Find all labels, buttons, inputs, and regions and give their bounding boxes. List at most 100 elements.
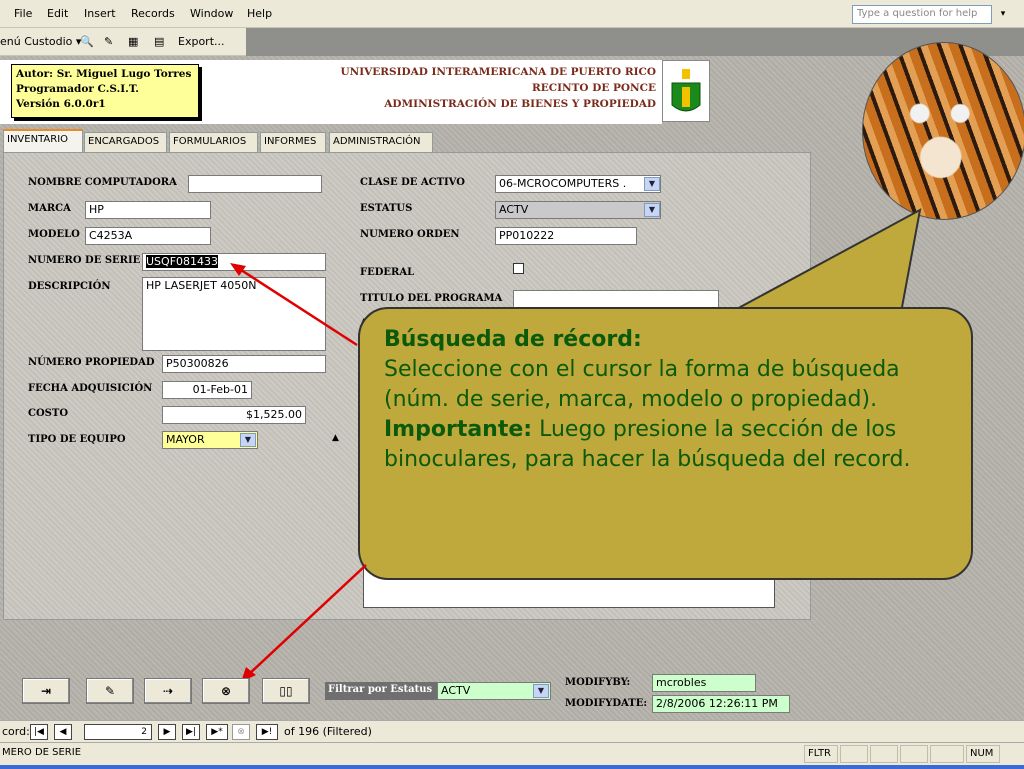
find-icon[interactable]: 🔍	[80, 35, 94, 48]
label-clase: CLASE DE ACTIVO	[360, 177, 465, 188]
tab-inventario[interactable]: INVENTARIO	[3, 129, 83, 153]
author-box: Autor: Sr. Miguel Lugo Torres Programado…	[11, 64, 199, 118]
modifyby-field: mcrobles	[652, 674, 756, 692]
federal-checkbox[interactable]	[513, 263, 524, 274]
menu-insert[interactable]: Insert	[84, 7, 116, 20]
delete-record-icon: ⊗	[232, 724, 250, 740]
exit-icon: ⇥	[40, 684, 52, 698]
university-logo	[662, 60, 710, 122]
label-orden: NUMERO ORDEN	[360, 229, 460, 240]
book-button[interactable]: ▯▯	[262, 678, 310, 704]
university-name: UNIVERSIDAD INTERAMERICANA DE PUERTO RIC…	[340, 66, 656, 78]
edit-icon[interactable]: ✎	[104, 35, 113, 48]
author-line: Autor: Sr. Miguel Lugo Torres	[16, 68, 192, 80]
first-record-button[interactable]: |◀	[30, 724, 48, 740]
help-callout: Búsqueda de récord: Seleccione con el cu…	[358, 307, 973, 580]
status-cell-empty-4	[930, 745, 964, 763]
custodio-menu[interactable]: enú Custodio ▾	[0, 35, 81, 48]
estatus-select[interactable]: ACTV	[495, 201, 661, 219]
chevron-down-icon[interactable]: ▼	[240, 433, 256, 447]
edit-record-button[interactable]: ✎	[86, 678, 134, 704]
menu-edit[interactable]: Edit	[47, 7, 68, 20]
record-count: of 196 (Filtered)	[284, 725, 372, 738]
word-icon[interactable]: ▤	[154, 35, 164, 48]
record-navigator: cord: |◀ ◀ 2 ▶ ▶| ▶* ⊗ ▶! of 196 (Filter…	[0, 720, 1024, 742]
status-bar: MERO DE SERIE FLTR NUM	[0, 742, 1024, 769]
numero-propiedad-field[interactable]: P50300826	[162, 355, 326, 373]
callout-tail	[719, 208, 922, 319]
next-record-button[interactable]: ▶	[158, 724, 176, 740]
menu-file[interactable]: File	[14, 7, 32, 20]
search-binoculars-button[interactable]: ⊗	[202, 678, 250, 704]
label-propiedad: NÚMERO PROPIEDAD	[28, 357, 155, 368]
toolbar: enú Custodio ▾ 🔍 ✎ ▦ ▤ Export...	[0, 28, 246, 56]
status-field-name: MERO DE SERIE	[2, 747, 82, 758]
filter-record-button[interactable]: ▶!	[256, 724, 278, 740]
callout-important-label: Importante:	[384, 417, 533, 442]
chevron-down-icon[interactable]: ▼	[644, 177, 660, 191]
serie-selected-text: USQF081433	[146, 255, 219, 268]
new-record-button[interactable]: ▶*	[206, 724, 228, 740]
menu-records[interactable]: Records	[131, 7, 175, 20]
label-nombre: NOMBRE COMPUTADORA	[28, 177, 177, 188]
clase-activo-select[interactable]: 06-MCROCOMPUTERS .	[495, 175, 661, 193]
export-button[interactable]: Export...	[178, 35, 225, 48]
status-cell-empty-3	[900, 745, 928, 763]
record-label: cord:	[2, 725, 30, 738]
titulo-programa-field[interactable]	[513, 290, 719, 308]
tab-encargados[interactable]: ENCARGADOS	[84, 132, 167, 152]
chevron-down-icon[interactable]: ▼	[533, 684, 549, 698]
excel-icon[interactable]: ▦	[128, 35, 138, 48]
label-serie: NUMERO DE SERIE	[28, 255, 141, 266]
help-dropdown-icon[interactable]: ▾	[996, 5, 1010, 24]
label-federal: FEDERAL	[360, 267, 415, 278]
label-estatus: ESTATUS	[360, 203, 413, 214]
campus-name: RECINTO DE PONCE	[532, 82, 656, 94]
menu-window[interactable]: Window	[190, 7, 233, 20]
chevron-down-icon[interactable]: ▼	[644, 203, 660, 217]
label-modelo: MODELO	[28, 229, 80, 240]
tab-administracion[interactable]: ADMINISTRACIÓN	[329, 132, 433, 152]
costo-field[interactable]: $1,525.00	[162, 406, 306, 424]
label-modifydate: MODIFYDATE:	[565, 698, 648, 709]
department-name: ADMINISTRACIÓN DE BIENES Y PROPIEDAD	[384, 98, 656, 110]
tab-informes[interactable]: INFORMES	[260, 132, 326, 152]
version-line: Versión 6.0.0r1	[16, 98, 106, 110]
fecha-adquisicion-field[interactable]: 01-Feb-01	[162, 381, 252, 399]
previous-record-button[interactable]: ◀	[54, 724, 72, 740]
label-costo: COSTO	[28, 408, 69, 419]
help-search-input[interactable]: Type a question for help	[852, 5, 992, 24]
descripcion-field[interactable]: HP LASERJET 4050N	[142, 277, 326, 351]
filtrar-label: Filtrar por Estatus	[325, 682, 437, 700]
status-fltr: FLTR	[804, 745, 838, 763]
numero-orden-field[interactable]: PP010222	[495, 227, 637, 245]
tiger-image	[862, 42, 1024, 220]
callout-heading: Búsqueda de récord:	[384, 327, 642, 352]
nombre-computadora-field[interactable]	[188, 175, 322, 193]
modifydate-field: 2/8/2006 12:26:11 PM	[652, 695, 790, 713]
label-descripcion: DESCRIPCIÓN	[28, 281, 111, 292]
label-fecha: FECHA ADQUISICIÓN	[28, 383, 153, 394]
label-titulo: TITULO DEL PROGRAMA	[360, 293, 503, 304]
tab-formularios[interactable]: FORMULARIOS	[169, 132, 258, 152]
exit-button[interactable]: ⇥	[22, 678, 70, 704]
menu-bar: File Edit Insert Records Window Help Typ…	[0, 0, 1024, 28]
marca-field[interactable]: HP	[85, 201, 211, 219]
menu-help[interactable]: Help	[247, 7, 272, 20]
modelo-field[interactable]: C4253A	[85, 227, 211, 245]
university-title: UNIVERSIDAD INTERAMERICANA DE PUERTO RIC…	[300, 64, 656, 112]
programmer-line: Programador C.S.I.T.	[16, 83, 139, 95]
status-num: NUM	[966, 745, 1000, 763]
binoculars-icon: ⊗	[220, 684, 232, 698]
callout-body: Seleccione con el cursor la forma de bús…	[384, 357, 900, 412]
last-record-button[interactable]: ▶|	[182, 724, 200, 740]
edit-icon: ✎	[104, 684, 116, 698]
current-record-input[interactable]: 2	[84, 724, 152, 740]
numero-serie-field[interactable]: USQF081433	[142, 253, 326, 271]
status-cell-empty-2	[870, 745, 898, 763]
taskbar-strip	[0, 765, 1024, 769]
book-icon: ▯▯	[279, 684, 293, 698]
find-next-icon: ⇢	[162, 684, 174, 698]
label-tipo: TIPO DE EQUIPO	[28, 434, 126, 445]
find-next-button[interactable]: ⇢	[144, 678, 192, 704]
